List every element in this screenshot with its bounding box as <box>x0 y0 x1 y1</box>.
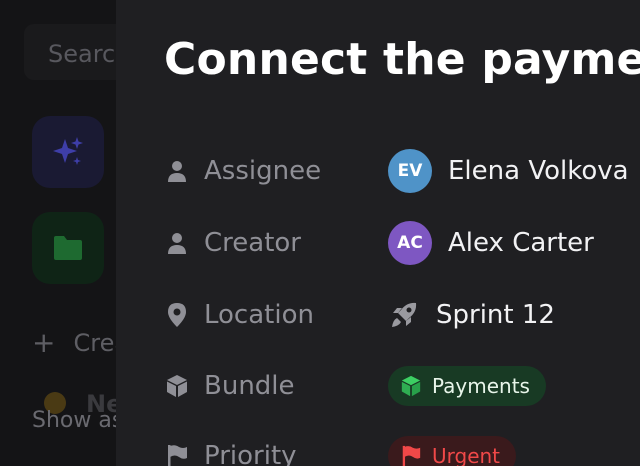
field-row-assignee: Assignee EV Elena Volkova <box>116 147 640 195</box>
location-pin-icon <box>164 302 190 328</box>
field-label-priority: Priority <box>164 432 297 466</box>
priority-name: Urgent <box>432 444 501 466</box>
field-label-location: Location <box>164 291 314 339</box>
label-text: Priority <box>204 441 297 466</box>
label-text: Assignee <box>204 156 322 186</box>
rocket-icon <box>388 299 420 331</box>
field-label-assignee: Assignee <box>164 147 321 195</box>
cube-icon <box>164 373 190 399</box>
field-row-bundle: Bundle Payments <box>116 362 640 410</box>
field-label-creator: Creator <box>164 219 301 267</box>
priority-pill[interactable]: Urgent <box>388 436 517 466</box>
sparkles-icon <box>53 137 83 165</box>
folder-icon <box>54 236 82 260</box>
field-row-location: Location Sprint 12 <box>116 291 640 339</box>
assignee-name: Elena Volkova <box>448 156 629 186</box>
folder-tile[interactable] <box>32 212 104 284</box>
avatar: AC <box>388 221 432 265</box>
sprint-name: Sprint 12 <box>436 300 555 330</box>
assignee-value[interactable]: EV Elena Volkova <box>388 147 629 195</box>
show-as-label[interactable]: Show as <box>32 408 123 433</box>
avatar: EV <box>388 149 432 193</box>
task-title[interactable]: Connect the payment <box>164 34 640 85</box>
priority-value[interactable]: Urgent <box>388 432 517 466</box>
background-sidebar: Search + Create New Show as <box>0 0 153 466</box>
location-value[interactable]: Sprint 12 <box>388 291 555 339</box>
creator-name: Alex Carter <box>448 228 594 258</box>
task-details-panel: Connect the payment Assignee EV Elena Vo… <box>116 0 640 466</box>
label-text: Bundle <box>204 371 295 401</box>
person-icon <box>164 230 190 256</box>
cube-icon <box>400 375 422 397</box>
person-icon <box>164 158 190 184</box>
field-label-bundle: Bundle <box>164 362 295 410</box>
ai-tile[interactable] <box>32 116 104 188</box>
creator-value[interactable]: AC Alex Carter <box>388 219 594 267</box>
label-text: Location <box>204 300 314 330</box>
field-row-creator: Creator AC Alex Carter <box>116 219 640 267</box>
plus-icon: + <box>32 326 56 359</box>
flag-icon <box>164 443 190 466</box>
bundle-value[interactable]: Payments <box>388 362 546 410</box>
flag-icon <box>400 445 422 466</box>
label-text: Creator <box>204 228 301 258</box>
screen: Search + Create New Show as Connect the … <box>0 0 640 466</box>
field-row-priority: Priority Urgent <box>116 432 640 466</box>
bundle-name: Payments <box>432 374 530 398</box>
bundle-pill[interactable]: Payments <box>388 366 546 406</box>
